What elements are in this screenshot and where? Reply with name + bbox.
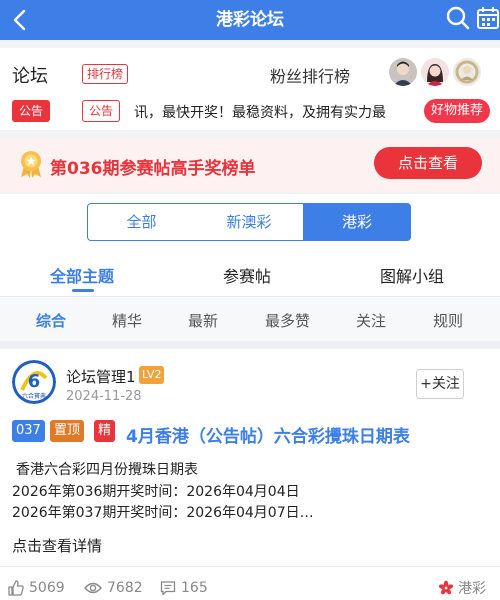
post-body-line: 香港六合彩四月份攪珠日期表 bbox=[16, 462, 198, 478]
origin-label: 港彩 bbox=[458, 581, 486, 597]
medal-icon bbox=[18, 150, 44, 178]
comment-icon bbox=[160, 581, 176, 596]
forum-title: 论坛 bbox=[12, 66, 48, 87]
featured-badge: 精 bbox=[94, 420, 116, 442]
pinned-badge: 置顶 bbox=[50, 420, 85, 442]
divider bbox=[0, 566, 500, 567]
svg-text:6: 6 bbox=[28, 371, 41, 392]
post-body-line: 2026年第036期开奖时间：2026年04月04日 bbox=[12, 484, 300, 500]
filter-overall[interactable]: 综合 bbox=[36, 310, 66, 331]
post-body-line: 2026年第037期开奖时间：2026年04月07日… bbox=[12, 505, 314, 521]
view-count: 7682 bbox=[107, 580, 143, 596]
section-gap bbox=[0, 341, 500, 349]
tab-chart-group[interactable]: 图解小组 bbox=[380, 263, 444, 287]
post-title[interactable]: 4月香港（公告帖）六合彩攪珠日期表 bbox=[126, 422, 410, 447]
comment-count: 165 bbox=[181, 580, 208, 596]
filter-latest[interactable]: 最新 bbox=[188, 310, 218, 331]
like-stat[interactable]: 5069 bbox=[8, 578, 65, 598]
filter-following[interactable]: 关注 bbox=[356, 310, 386, 331]
filter-most-liked[interactable]: 最多赞 bbox=[265, 310, 310, 331]
notice-tag-outline: 公告 bbox=[82, 100, 121, 122]
svg-text:六合寶典: 六合寶典 bbox=[22, 392, 46, 400]
fan-avatar[interactable] bbox=[453, 58, 481, 86]
segment-all[interactable]: 全部 bbox=[87, 203, 196, 241]
fan-avatar[interactable] bbox=[389, 58, 417, 86]
tab-all-topics[interactable]: 全部主题 bbox=[50, 263, 114, 287]
filter-bar bbox=[0, 297, 500, 341]
issue-badge: 037 bbox=[12, 420, 45, 442]
view-award-button[interactable]: 点击查看 bbox=[374, 147, 482, 179]
view-stat: 7682 bbox=[84, 578, 143, 598]
level-badge: LV2 bbox=[139, 366, 165, 384]
comment-stat[interactable]: 165 bbox=[160, 578, 208, 598]
segment-macau[interactable]: 新澳彩 bbox=[195, 203, 304, 241]
fan-avatar[interactable] bbox=[421, 58, 449, 86]
author-name[interactable]: 论坛管理1 bbox=[66, 366, 136, 387]
top-bar: 港彩论坛 bbox=[0, 0, 500, 40]
filter-rules[interactable]: 规则 bbox=[433, 310, 463, 331]
post-date: 2024-11-28 bbox=[66, 389, 142, 404]
like-count: 5069 bbox=[29, 580, 65, 596]
eye-icon bbox=[84, 582, 102, 594]
flower-icon bbox=[438, 580, 454, 595]
notice-marquee-text[interactable]: 讯，最快开奖！最稳资料，及拥有实力最 bbox=[134, 102, 434, 122]
filter-featured[interactable]: 精华 bbox=[112, 310, 142, 331]
author-avatar[interactable]: 6 六合寶典 bbox=[12, 360, 56, 404]
notice-tag: 公告 bbox=[12, 100, 51, 122]
segment-hk[interactable]: 港彩 bbox=[303, 203, 411, 241]
rank-tag[interactable]: 排行榜 bbox=[82, 64, 129, 84]
follow-button[interactable]: +关注 bbox=[416, 369, 464, 399]
thumbs-up-icon bbox=[8, 580, 24, 596]
page-title: 港彩论坛 bbox=[216, 10, 284, 30]
award-title[interactable]: 第036期参赛帖高手奖榜单 bbox=[50, 154, 256, 179]
recommend-button[interactable]: 好物推荐 bbox=[424, 99, 491, 123]
fans-ranking-link[interactable]: 粉丝排行榜 bbox=[270, 63, 350, 87]
tab-indicator bbox=[72, 289, 94, 292]
origin-tag[interactable]: 港彩 bbox=[438, 578, 486, 598]
calendar-icon[interactable] bbox=[476, 4, 500, 32]
tab-contest-posts[interactable]: 参赛帖 bbox=[223, 263, 271, 287]
view-details-link[interactable]: 点击查看详情 bbox=[12, 535, 102, 556]
search-icon[interactable] bbox=[444, 4, 472, 32]
